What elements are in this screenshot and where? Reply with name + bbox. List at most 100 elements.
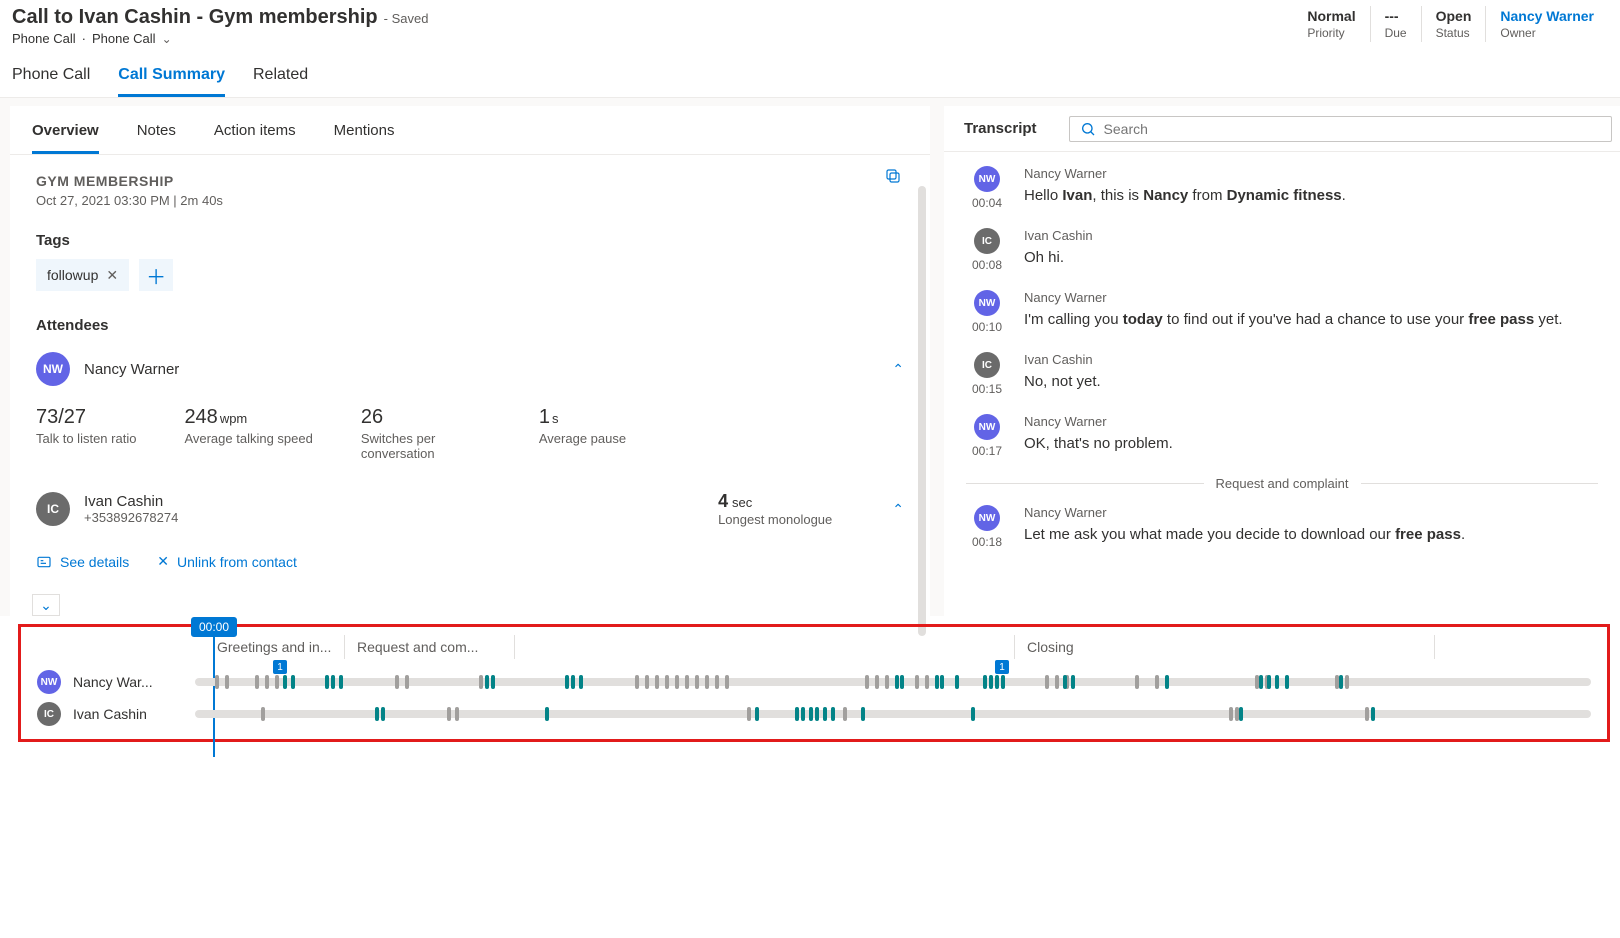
transcript-panel: Transcript NW00:04Nancy WarnerHello Ivan… <box>944 106 1620 616</box>
attendee-name: Ivan Cashin <box>84 493 178 510</box>
close-icon[interactable]: ✕ <box>106 267 118 284</box>
tags-heading: Tags <box>36 232 904 249</box>
record-tabs: Phone Call Call Summary Related <box>0 50 1620 98</box>
timeline-track[interactable]: 11 <box>195 678 1591 686</box>
priority-cell[interactable]: Normal Priority <box>1293 6 1370 42</box>
speech-tick <box>1229 707 1233 721</box>
search-input-wrap[interactable] <box>1069 116 1612 142</box>
stats-row: 73/27 Talk to listen ratio 248wpm Averag… <box>36 406 904 461</box>
transcript-entry[interactable]: NW00:18 Nancy WarnerLet me ask you what m… <box>966 505 1598 549</box>
timeline-track[interactable] <box>195 710 1591 718</box>
stat-switches: 26 Switches per conversation <box>361 406 491 461</box>
stat-unit: sec <box>732 495 752 510</box>
keyword-tick <box>491 675 495 689</box>
speech-tick <box>843 707 847 721</box>
keyword-tick <box>1063 675 1067 689</box>
speech-tick <box>1135 675 1139 689</box>
entry-speaker: Ivan Cashin <box>1024 352 1101 367</box>
insight-marker[interactable]: 1 <box>995 660 1009 674</box>
priority-value: Normal <box>1307 8 1355 24</box>
entry-text: Oh hi. <box>1024 247 1093 269</box>
tab-call-summary[interactable]: Call Summary <box>118 66 225 97</box>
copy-icon[interactable] <box>884 167 902 185</box>
tab-related[interactable]: Related <box>253 66 308 97</box>
timeline-section[interactable]: Request and com... <box>345 635 515 659</box>
timeline-speaker: Nancy War... <box>73 674 183 690</box>
speech-tick <box>725 675 729 689</box>
avatar: IC <box>37 702 61 726</box>
subtab-overview[interactable]: Overview <box>32 116 99 154</box>
stat-label: Average pause <box>539 431 626 446</box>
subtab-mentions[interactable]: Mentions <box>334 116 395 154</box>
entry-meta: NW00:10 <box>966 290 1008 334</box>
entry-content: Ivan CashinOh hi. <box>1024 228 1093 272</box>
speech-tick <box>265 675 269 689</box>
speech-tick <box>865 675 869 689</box>
playhead-line <box>213 637 215 757</box>
playback-timeline: 00:00 Greetings and in...Request and com… <box>18 624 1610 742</box>
speech-tick <box>915 675 919 689</box>
timeline-section[interactable]: Closing <box>1015 635 1435 659</box>
entry-time: 00:08 <box>972 258 1002 272</box>
chevron-down-icon[interactable]: ⌄ <box>162 32 172 46</box>
form-selector[interactable]: Phone Call <box>92 31 156 46</box>
unlink-contact-link[interactable]: ✕ Unlink from contact <box>157 553 297 570</box>
keyword-tick <box>823 707 827 721</box>
timeline-section[interactable] <box>515 635 1015 659</box>
attendees-heading: Attendees <box>36 317 904 334</box>
transcript-entry[interactable]: NW00:17Nancy WarnerOK, that's no problem… <box>966 414 1598 458</box>
transcript-entry[interactable]: IC00:08Ivan CashinOh hi. <box>966 228 1598 272</box>
keyword-tick <box>339 675 343 689</box>
keyword-tick <box>755 707 759 721</box>
overview-body: GYM MEMBERSHIP Oct 27, 2021 03:30 PM | 2… <box>10 155 930 588</box>
add-tag-button[interactable]: ＋ <box>139 259 173 291</box>
keyword-tick <box>801 707 805 721</box>
owner-link[interactable]: Nancy Warner <box>1500 8 1594 24</box>
stat-label: Switches per conversation <box>361 431 491 461</box>
attendee-ivan: IC Ivan Cashin +353892678274 4 sec Longe… <box>36 491 904 527</box>
attendee-actions: See details ✕ Unlink from contact <box>36 553 904 570</box>
speech-tick <box>1045 675 1049 689</box>
tab-phone-call[interactable]: Phone Call <box>12 66 90 97</box>
speech-tick <box>1055 675 1059 689</box>
expand-button[interactable]: ⌄ <box>32 594 60 616</box>
entry-meta: NW00:18 <box>966 505 1008 549</box>
keyword-tick <box>895 675 899 689</box>
due-cell[interactable]: --- Due <box>1371 6 1422 42</box>
subtab-action-items[interactable]: Action items <box>214 116 296 154</box>
chevron-up-icon[interactable]: ⌃ <box>892 501 904 518</box>
speech-tick <box>225 675 229 689</box>
tag-followup[interactable]: followup ✕ <box>36 259 129 291</box>
search-input[interactable] <box>1104 121 1601 137</box>
saved-indicator: - Saved <box>384 11 429 26</box>
entry-speaker: Nancy Warner <box>1024 290 1563 305</box>
avatar: IC <box>36 492 70 526</box>
stat-value: 248 <box>184 406 217 428</box>
chevron-up-icon[interactable]: ⌃ <box>892 361 904 378</box>
entry-content: Nancy WarnerLet me ask you what made you… <box>1024 505 1465 549</box>
speech-tick <box>715 675 719 689</box>
entry-text: OK, that's no problem. <box>1024 433 1173 455</box>
link-label: See details <box>60 554 129 570</box>
keyword-tick <box>809 707 813 721</box>
owner-cell[interactable]: Nancy Warner Owner <box>1486 6 1608 42</box>
keyword-tick <box>1001 675 1005 689</box>
keyword-tick <box>283 675 287 689</box>
subtab-notes[interactable]: Notes <box>137 116 176 154</box>
entry-time: 00:10 <box>972 320 1002 334</box>
keyword-tick <box>1239 707 1243 721</box>
transcript-tab[interactable]: Transcript <box>944 106 1057 151</box>
playhead-time: 00:00 <box>191 617 237 637</box>
dot-separator: · <box>82 31 86 46</box>
entry-time: 00:04 <box>972 196 1002 210</box>
transcript-entry[interactable]: NW00:04Nancy WarnerHello Ivan, this is N… <box>966 166 1598 210</box>
insight-marker[interactable]: 1 <box>273 660 287 674</box>
stat-value: 73/27 <box>36 406 136 429</box>
see-details-link[interactable]: See details <box>36 553 129 570</box>
keyword-tick <box>325 675 329 689</box>
transcript-entry[interactable]: NW00:10Nancy WarnerI'm calling you today… <box>966 290 1598 334</box>
speech-tick <box>275 675 279 689</box>
entry-speaker: Nancy Warner <box>1024 505 1465 520</box>
status-cell[interactable]: Open Status <box>1422 6 1487 42</box>
transcript-entry[interactable]: IC00:15Ivan CashinNo, not yet. <box>966 352 1598 396</box>
